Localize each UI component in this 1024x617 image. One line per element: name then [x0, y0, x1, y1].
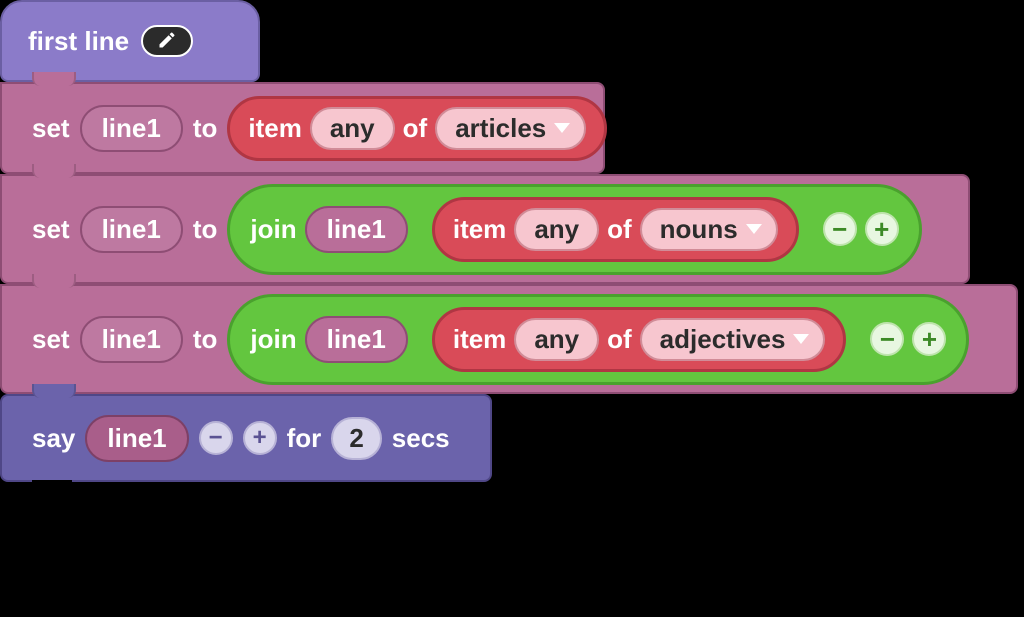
- chevron-down-icon: [793, 334, 809, 344]
- say-keyword: say: [32, 423, 75, 454]
- item-keyword: item: [453, 324, 506, 355]
- list-dropdown[interactable]: adjectives: [640, 318, 826, 361]
- chevron-down-icon: [554, 123, 570, 133]
- set-keyword: set: [32, 214, 70, 245]
- join-reporter[interactable]: join line1 item any of nouns −: [227, 184, 921, 275]
- item-of-reporter[interactable]: item any of articles: [227, 96, 607, 161]
- for-keyword: for: [287, 423, 322, 454]
- remove-arg-button[interactable]: −: [199, 421, 233, 455]
- join-keyword: join: [250, 324, 296, 355]
- join-keyword: join: [250, 214, 296, 245]
- of-keyword: of: [403, 113, 428, 144]
- variable-reporter[interactable]: line1: [305, 316, 408, 363]
- minus-icon: −: [209, 424, 223, 452]
- variable-slot[interactable]: line1: [80, 316, 183, 363]
- of-keyword: of: [607, 214, 632, 245]
- duration-input[interactable]: 2: [331, 417, 381, 460]
- say-block[interactable]: say line1 − + for 2 secs: [0, 394, 492, 482]
- index-input[interactable]: any: [310, 107, 395, 150]
- to-keyword: to: [193, 324, 218, 355]
- hat-block[interactable]: first line: [0, 0, 260, 82]
- index-input[interactable]: any: [514, 318, 599, 361]
- minus-icon: −: [880, 326, 895, 352]
- secs-keyword: secs: [392, 423, 450, 454]
- minus-icon: −: [832, 216, 847, 242]
- set-keyword: set: [32, 324, 70, 355]
- remove-arg-button[interactable]: −: [870, 322, 904, 356]
- add-arg-button[interactable]: +: [865, 212, 899, 246]
- of-keyword: of: [607, 324, 632, 355]
- chevron-down-icon: [746, 224, 762, 234]
- plus-icon: +: [922, 326, 937, 352]
- join-reporter[interactable]: join line1 item any of adjectives −: [227, 294, 969, 385]
- add-arg-button[interactable]: +: [912, 322, 946, 356]
- plus-icon: +: [874, 216, 889, 242]
- variable-reporter[interactable]: line1: [305, 206, 408, 253]
- variable-slot[interactable]: line1: [80, 105, 183, 152]
- remove-arg-button[interactable]: −: [823, 212, 857, 246]
- list-dropdown[interactable]: nouns: [640, 208, 778, 251]
- hat-label: first line: [28, 26, 129, 57]
- pencil-icon: [157, 26, 177, 57]
- plus-icon: +: [253, 424, 267, 452]
- set-block-1[interactable]: set line1 to item any of articles: [0, 82, 605, 174]
- edit-button[interactable]: [141, 25, 193, 57]
- variable-reporter[interactable]: line1: [85, 415, 188, 462]
- set-block-2[interactable]: set line1 to join line1 item any of noun…: [0, 174, 970, 284]
- variable-slot[interactable]: line1: [80, 206, 183, 253]
- add-arg-button[interactable]: +: [243, 421, 277, 455]
- item-keyword: item: [248, 113, 301, 144]
- to-keyword: to: [193, 214, 218, 245]
- set-block-3[interactable]: set line1 to join line1 item any of adje…: [0, 284, 1018, 394]
- item-of-reporter[interactable]: item any of nouns: [432, 197, 799, 262]
- to-keyword: to: [193, 113, 218, 144]
- list-dropdown[interactable]: articles: [435, 107, 586, 150]
- item-keyword: item: [453, 214, 506, 245]
- index-input[interactable]: any: [514, 208, 599, 251]
- set-keyword: set: [32, 113, 70, 144]
- item-of-reporter[interactable]: item any of adjectives: [432, 307, 847, 372]
